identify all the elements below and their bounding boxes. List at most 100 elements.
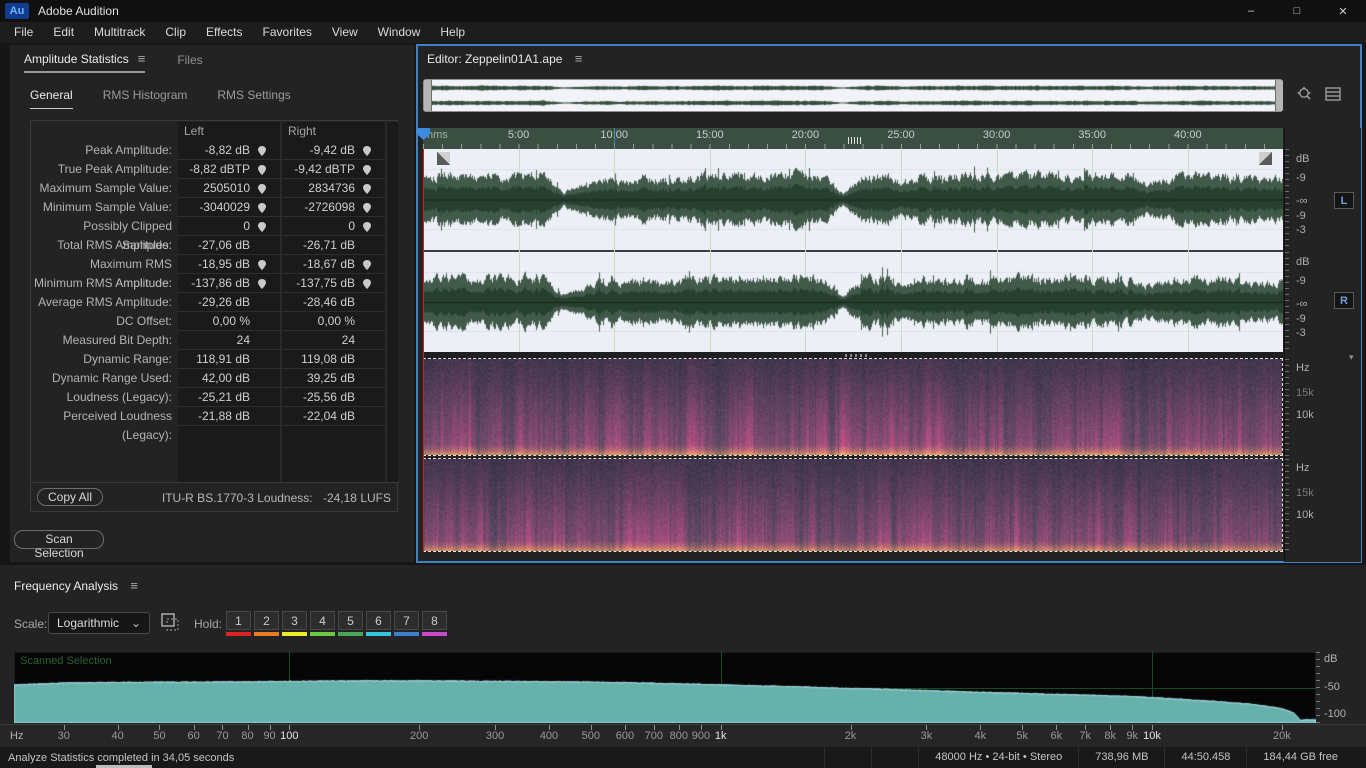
editor-tab[interactable]: Editor: Zeppelin01A1.ape ≡ (427, 51, 582, 66)
stat-value: -3040029 (199, 200, 250, 214)
editor-panel-menu-icon[interactable]: ≡ (575, 51, 583, 66)
stat-value: 0,00 % (212, 314, 250, 328)
splitter-grip (845, 354, 867, 357)
subtab-general[interactable]: General (30, 88, 73, 109)
menu-window[interactable]: Window (368, 22, 431, 43)
location-pin-icon[interactable] (258, 221, 266, 232)
stat-value-cell-right: -9,42 dB (282, 141, 385, 160)
hold-button-4[interactable]: 4 (310, 611, 335, 636)
spectral-display-options-icon[interactable] (1325, 86, 1341, 102)
db-scale-label: -∞ (1296, 195, 1308, 207)
hold-button-5[interactable]: 5 (338, 611, 363, 636)
menu-file[interactable]: File (4, 22, 43, 43)
menu-help[interactable]: Help (430, 22, 475, 43)
stat-value: 42,00 dB (201, 371, 250, 385)
ruler-tick-label: 25:00 (887, 129, 915, 141)
subtab-rms-histogram[interactable]: RMS Histogram (103, 88, 188, 109)
scan-selection-button[interactable]: Scan Selection (14, 530, 104, 560)
location-pin-icon[interactable] (258, 278, 266, 289)
location-pin-icon[interactable] (363, 164, 371, 175)
menu-favorites[interactable]: Favorites (253, 22, 322, 43)
spectral-left-selection[interactable] (423, 358, 1283, 456)
scroll-arrow-icon[interactable]: ▾ (1349, 352, 1354, 363)
stats-rows: Peak Amplitude: -8,82 dB -9,42 dB True Peak… (31, 141, 399, 442)
status-format: 48000 Hz • 24-bit • Stereo (918, 747, 1078, 768)
menu-view[interactable]: View (322, 22, 368, 43)
hold-button-1[interactable]: 1 (226, 611, 251, 636)
channel-button-l[interactable]: L (1334, 192, 1354, 209)
location-pin-icon[interactable] (363, 202, 371, 213)
hold-color-swatch (310, 632, 335, 636)
stat-value: -137,86 dB (191, 276, 250, 290)
zoom-navigator-icon[interactable] (1295, 85, 1314, 104)
channel-button-r[interactable]: R (1334, 292, 1354, 309)
stat-value-cell-left: -137,86 dB (178, 274, 280, 293)
waveform-left-channel[interactable] (423, 149, 1283, 250)
time-ruler[interactable]: hms 5:0010:0015:0020:0025:0030:0035:0040… (423, 128, 1283, 149)
location-pin-icon[interactable] (363, 278, 371, 289)
panel-tab-files[interactable]: Files (177, 51, 202, 73)
maximize-button[interactable]: □ (1274, 0, 1320, 22)
spectrogram-right[interactable] (424, 459, 1282, 551)
close-button[interactable]: ✕ (1320, 0, 1366, 22)
location-pin-icon[interactable] (363, 145, 371, 156)
subtab-rms-settings[interactable]: RMS Settings (217, 88, 290, 109)
stat-value: 24 (236, 333, 250, 347)
location-pin-icon[interactable] (258, 202, 266, 213)
freq-tick-mark (700, 725, 702, 730)
location-pin-icon[interactable] (258, 145, 266, 156)
stat-label: DC Offset: (116, 314, 172, 328)
panel-menu-icon[interactable]: ≡ (138, 51, 146, 66)
menu-effects[interactable]: Effects (196, 22, 252, 43)
menu-clip[interactable]: Clip (155, 22, 196, 43)
stat-value: 2505010 (203, 181, 250, 195)
freq-tick-mark (1056, 725, 1058, 730)
status-bar: Analyze Statistics completed in 34,05 se… (0, 747, 1366, 768)
stat-value: -25,56 dB (302, 390, 355, 404)
hold-button-2[interactable]: 2 (254, 611, 279, 636)
stat-value: -9,42 dBTP (294, 162, 355, 176)
hz-scale-label: 10k (1296, 509, 1314, 521)
hold-button-6[interactable]: 6 (366, 611, 391, 636)
overview-right-handle[interactable] (1275, 80, 1283, 111)
hold-button-8[interactable]: 8 (422, 611, 447, 636)
db-axis-label: -100 (1324, 708, 1347, 720)
location-pin-icon[interactable] (363, 221, 371, 232)
selection-handle-right-icon[interactable] (1259, 152, 1272, 165)
frequency-panel-menu-icon[interactable]: ≡ (130, 578, 138, 593)
scale-dropdown[interactable]: Logarithmic ⌄ (48, 612, 150, 634)
location-pin-icon[interactable] (258, 259, 266, 270)
db-axis-label: -50 (1324, 681, 1340, 693)
minimize-button[interactable]: – (1228, 0, 1274, 22)
frequency-plot[interactable] (14, 652, 1316, 723)
stat-label: Loudness (Legacy): (66, 390, 172, 404)
location-pin-icon[interactable] (363, 259, 371, 270)
editor-right-gutter: dB -9 -∞ -9 -3 dB -9 -∞ -9 -3 Hz 15k 10k Hz 15k 10k … (1284, 128, 1361, 562)
hold-button-7[interactable]: 7 (394, 611, 419, 636)
copy-all-button[interactable]: Copy All (37, 488, 103, 506)
hold-color-swatch (422, 632, 447, 636)
location-pin-icon[interactable] (258, 183, 266, 194)
hz-axis-label: Hz (10, 730, 24, 742)
hold-color-swatch (338, 632, 363, 636)
stat-label: Peak Amplitude: (85, 143, 172, 157)
menu-multitrack[interactable]: Multitrack (84, 22, 155, 43)
overview-left-handle[interactable] (424, 80, 432, 111)
hold-button-3[interactable]: 3 (282, 611, 307, 636)
overview-range-bar[interactable] (423, 79, 1283, 112)
panel-tab-amplitude-statistics[interactable]: Amplitude Statistics ≡ (24, 51, 146, 73)
spectral-right-selection[interactable] (423, 458, 1283, 552)
freq-tick-mark (549, 725, 550, 730)
selection-handle-left-icon[interactable] (437, 152, 450, 165)
overview-waveform (424, 80, 1282, 111)
location-pin-icon[interactable] (363, 183, 371, 194)
menu-edit[interactable]: Edit (43, 22, 84, 43)
stat-value-cell-left: -18,95 dB (178, 255, 280, 274)
location-pin-icon[interactable] (258, 164, 266, 175)
snapshot-icon[interactable] (160, 612, 180, 632)
waveform-right-channel[interactable] (423, 252, 1283, 352)
stat-value-cell-left: 0 (178, 217, 280, 236)
freq-tick-mark (590, 725, 592, 730)
spectrogram-left[interactable] (424, 359, 1282, 455)
chevron-down-icon: ⌄ (130, 616, 141, 630)
